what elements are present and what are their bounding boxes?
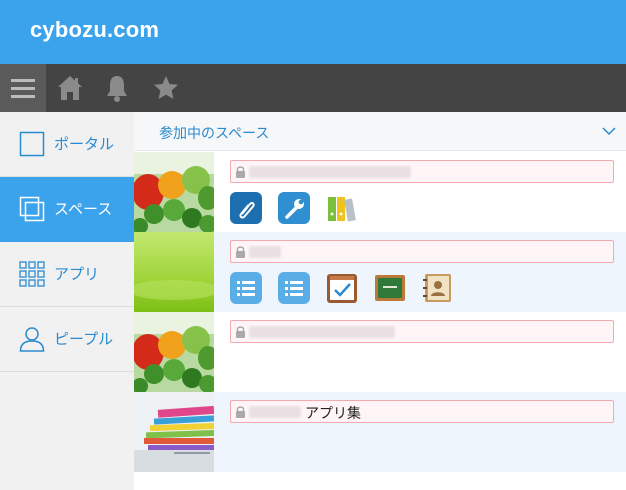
list-app-icon[interactable] [230, 272, 262, 304]
top-toolbar [0, 64, 626, 112]
main-content: 参加中のスペース アプリ集 [134, 112, 626, 490]
paperclip-app-icon[interactable] [230, 192, 262, 224]
section-title: 参加中のスペース [159, 125, 270, 141]
lock-icon [236, 326, 245, 338]
lock-icon [236, 246, 245, 258]
space-row[interactable] [134, 312, 626, 392]
redacted-text [249, 406, 301, 418]
calendar-check-app-icon[interactable] [326, 272, 358, 304]
lock-icon [236, 406, 245, 418]
menu-icon-bar [11, 79, 35, 82]
sidebar-item-apps[interactable]: アプリ [0, 242, 134, 307]
sidebar-item-label: スペース [54, 201, 113, 218]
section-header[interactable]: 参加中のスペース [134, 112, 626, 151]
space-row[interactable] [134, 152, 626, 232]
space-name-field[interactable]: アプリ集 [230, 400, 614, 423]
list-app-icon[interactable] [278, 272, 310, 304]
sidebar-item-space[interactable]: スペース [0, 177, 134, 242]
space-icon [19, 196, 45, 222]
app-header: cybozu.com [0, 0, 626, 64]
binders-app-icon[interactable] [326, 192, 358, 224]
sidebar-item-label: ピープル [54, 331, 114, 348]
star-icon[interactable] [150, 72, 182, 104]
sidebar-item-portal[interactable]: ポータル [0, 112, 134, 177]
space-thumbnail-vegetables [134, 312, 214, 392]
redacted-text [249, 166, 411, 178]
space-row[interactable] [134, 232, 626, 312]
redacted-text [249, 246, 281, 258]
sidebar-item-label: ポータル [54, 136, 115, 153]
bell-icon[interactable] [101, 72, 133, 104]
space-thumbnail-vegetables [134, 152, 214, 232]
menu-button[interactable] [0, 64, 46, 112]
space-row[interactable]: アプリ集 [134, 392, 626, 472]
wrench-app-icon[interactable] [278, 192, 310, 224]
menu-icon-bar [11, 95, 35, 98]
space-name: アプリ集 [305, 405, 361, 421]
apps-grid-icon [19, 261, 45, 287]
cybozu-logo[interactable]: cybozu.com [30, 17, 159, 43]
address-book-app-icon[interactable] [422, 272, 454, 304]
sidebar: ポータル スペース アプリ ピープル [0, 112, 134, 490]
space-name-field[interactable] [230, 240, 614, 263]
chevron-down-icon[interactable] [602, 124, 616, 138]
portal-icon [19, 131, 45, 157]
chalkboard-app-icon[interactable] [374, 272, 406, 304]
lock-icon [236, 166, 245, 178]
menu-icon-bar [11, 87, 35, 90]
space-name-field[interactable] [230, 160, 614, 183]
person-icon [19, 327, 45, 352]
space-name-field[interactable] [230, 320, 614, 343]
home-icon[interactable] [54, 72, 86, 104]
space-thumbnail-books [134, 392, 214, 472]
space-thumbnail-green-gradient [134, 232, 214, 312]
redacted-text [249, 326, 395, 338]
sidebar-item-label: アプリ [54, 266, 100, 283]
sidebar-item-people[interactable]: ピープル [0, 307, 134, 372]
